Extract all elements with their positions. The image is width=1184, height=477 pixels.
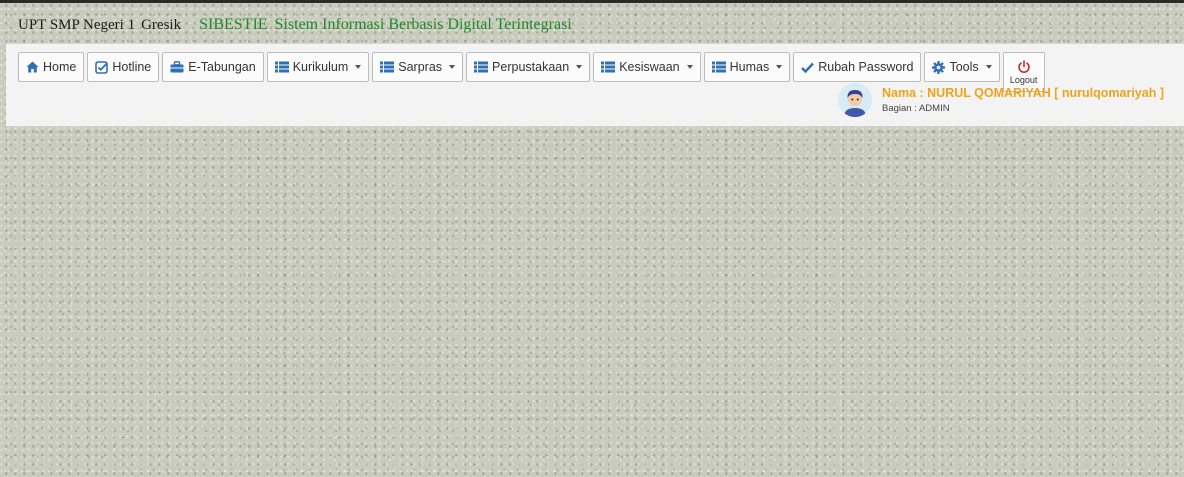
tools-dropdown[interactable]: Tools bbox=[924, 52, 1000, 82]
user-text: Nama : NURUL QOMARIYAH [ nurulqomariyah … bbox=[882, 86, 1164, 114]
home-button[interactable]: Home bbox=[18, 52, 85, 82]
kesiswaan-label: Kesiswaan bbox=[619, 60, 680, 74]
caret-down-icon bbox=[985, 65, 992, 69]
list-icon bbox=[474, 61, 489, 73]
humas-label: Humas bbox=[729, 60, 770, 74]
school-name-text: UPT SMP Negeri 1 bbox=[18, 16, 136, 33]
school-name: UPT SMP Negeri 1 Gresik bbox=[18, 17, 181, 34]
top-border bbox=[0, 0, 1184, 3]
checkmark-icon bbox=[801, 62, 815, 73]
hotline-label: Hotline bbox=[112, 60, 152, 74]
sarpras-label: Sarpras bbox=[398, 60, 443, 74]
list-icon bbox=[601, 61, 616, 73]
app-title: SIBESTIE Sistem Informasi Berbasis Digita… bbox=[199, 16, 572, 34]
humas-dropdown[interactable]: Humas bbox=[703, 52, 791, 82]
hotline-button[interactable]: Hotline bbox=[87, 52, 160, 82]
title-bar: UPT SMP Negeri 1 Gresik SIBESTIE Sistem In… bbox=[18, 14, 572, 36]
avatar bbox=[838, 83, 872, 117]
kurikulum-label: Kurikulum bbox=[292, 60, 349, 74]
caret-down-icon bbox=[449, 65, 456, 69]
list-icon bbox=[380, 61, 395, 73]
list-icon bbox=[274, 61, 289, 73]
list-icon bbox=[711, 61, 726, 73]
user-info: Nama : NURUL QOMARIYAH [ nurulqomariyah … bbox=[838, 83, 1164, 117]
caret-down-icon bbox=[776, 65, 783, 69]
etabungan-button[interactable]: E-Tabungan bbox=[162, 52, 264, 82]
school-city: Gresik bbox=[141, 16, 182, 33]
home-icon bbox=[26, 61, 39, 73]
tools-label: Tools bbox=[949, 60, 979, 74]
perpustakaan-dropdown[interactable]: Perpustakaan bbox=[466, 52, 591, 82]
power-icon bbox=[1017, 59, 1031, 74]
app-full-name: Sistem Informasi Berbasis Digital Terint… bbox=[274, 16, 572, 33]
sarpras-dropdown[interactable]: Sarpras bbox=[372, 52, 464, 82]
caret-down-icon bbox=[355, 65, 362, 69]
caret-down-icon bbox=[686, 65, 693, 69]
perpustakaan-label: Perpustakaan bbox=[492, 60, 570, 74]
caret-down-icon bbox=[576, 65, 583, 69]
kesiswaan-dropdown[interactable]: Kesiswaan bbox=[593, 52, 701, 82]
gear-icon bbox=[932, 60, 946, 74]
rubah-password-label: Rubah Password bbox=[818, 60, 914, 74]
etabungan-label: E-Tabungan bbox=[188, 60, 256, 74]
navbar: Home Hotline E-Tabungan Kurikulum Sarpra… bbox=[6, 43, 1184, 127]
home-label: Home bbox=[43, 60, 77, 74]
check-square-icon bbox=[95, 60, 109, 74]
app-short-name: SIBESTIE bbox=[199, 16, 268, 33]
rubah-password-button[interactable]: Rubah Password bbox=[793, 52, 922, 82]
kurikulum-dropdown[interactable]: Kurikulum bbox=[266, 52, 370, 82]
user-name: Nama : NURUL QOMARIYAH [ nurulqomariyah … bbox=[882, 86, 1164, 100]
briefcase-icon bbox=[170, 61, 184, 73]
user-role: Bagian : ADMIN bbox=[882, 103, 950, 114]
